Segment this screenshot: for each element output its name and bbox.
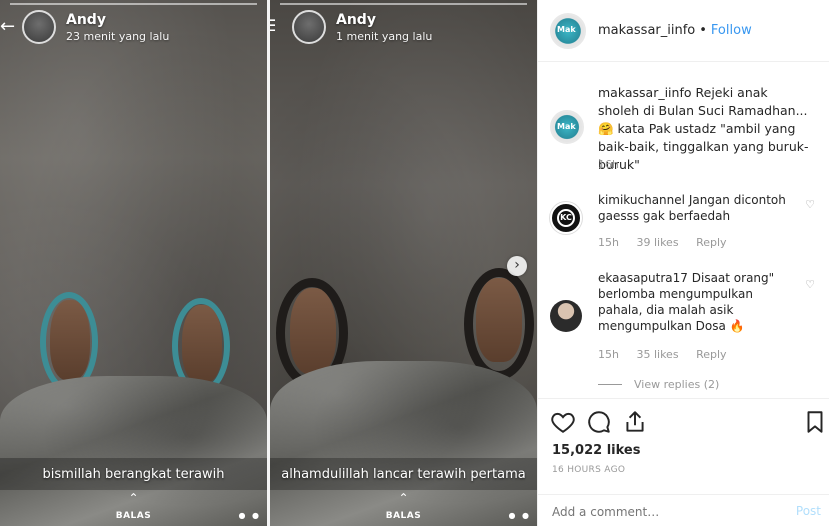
reply-label: BALAS <box>115 511 152 521</box>
page-dots: ● ● <box>508 511 531 520</box>
avatar[interactable]: Mak <box>550 12 586 49</box>
heart-icon[interactable]: ♡ <box>805 198 815 211</box>
action-bar: 15,022 likes 16 HOURS AGO <box>538 398 829 478</box>
menu-icon[interactable]: ☰ <box>270 16 276 35</box>
comment-username[interactable]: ekaasaputra17 <box>598 271 688 285</box>
foot <box>50 300 90 380</box>
story-username: Andy <box>336 11 376 28</box>
story-caption: alhamdulillah lancar terawih pertama <box>281 467 526 482</box>
avatar-logo-text: Mak <box>557 24 576 34</box>
view-replies-button[interactable]: View replies (2) <box>598 378 719 391</box>
foot <box>290 288 336 374</box>
comment-icon[interactable] <box>586 409 612 435</box>
comment-likes[interactable]: 39 likes <box>636 236 678 249</box>
chevron-up-icon: ⌃ <box>128 491 139 505</box>
story-username: Andy <box>66 11 106 28</box>
comment-username[interactable]: kimikuchannel <box>598 193 685 207</box>
reply-button[interactable]: Reply <box>696 236 726 249</box>
next-arrow-icon[interactable]: › <box>507 256 527 276</box>
follow-button[interactable]: Follow <box>711 23 752 38</box>
story-screenshot-1: ← Andy 23 menit yang lalu bismillah bera… <box>0 0 267 526</box>
header-separator: • <box>699 23 707 38</box>
foot <box>476 278 522 362</box>
post-button[interactable]: Post <box>796 504 821 518</box>
avatar[interactable] <box>550 300 582 332</box>
share-icon[interactable] <box>622 409 648 435</box>
caption-time: 16h <box>598 158 619 171</box>
avatar <box>22 10 56 44</box>
caption-username[interactable]: makassar_iinfo <box>598 85 692 100</box>
story-progress-bar <box>280 3 527 5</box>
reply-label: BALAS <box>385 511 422 521</box>
story-timestamp: 1 menit yang lalu <box>336 29 433 43</box>
post-timestamp: 16 HOURS AGO <box>552 465 626 475</box>
reply-button[interactable]: Reply <box>696 348 726 361</box>
story-screenshot-2: ☰ Andy 1 menit yang lalu alhamdulillah l… <box>270 0 537 526</box>
avatar[interactable]: KC <box>550 202 582 234</box>
story-header: Andy 23 menit yang lalu <box>22 10 169 44</box>
comment-meta: 15h 35 likes Reply <box>598 348 741 361</box>
avatar <box>292 10 326 44</box>
post-header: Mak makassar_iinfo • Follow <box>538 0 829 62</box>
caption-meta: 16h <box>598 158 633 171</box>
story-reply-button[interactable]: ⌃ BALAS <box>0 491 267 522</box>
story-header: Andy 1 menit yang lalu <box>292 10 432 44</box>
post-media[interactable]: ← Andy 23 menit yang lalu bismillah bera… <box>0 0 537 526</box>
story-timestamp: 23 menit yang lalu <box>66 29 170 43</box>
heart-icon[interactable]: ♡ <box>805 278 815 291</box>
bookmark-icon[interactable] <box>802 409 828 435</box>
story-progress-bar <box>10 3 257 5</box>
view-replies-label: View replies (2) <box>634 378 720 391</box>
comment-time: 15h <box>598 236 619 249</box>
chevron-up-icon: ⌃ <box>398 491 409 505</box>
avatar-logo-text: Mak <box>557 122 576 131</box>
add-comment-bar: Post <box>538 494 829 526</box>
likes-count[interactable]: 15,022 likes <box>552 443 640 458</box>
replies-line <box>598 384 622 385</box>
foot <box>182 305 222 383</box>
list-item: ekaasaputra17 Disaat orang" berlomba men… <box>550 268 819 368</box>
header-username[interactable]: makassar_iinfo <box>598 23 695 38</box>
back-arrow-icon[interactable]: ← <box>0 16 15 37</box>
comment-likes[interactable]: 35 likes <box>636 348 678 361</box>
story-reply-button[interactable]: ⌃ BALAS <box>270 491 537 522</box>
avatar[interactable]: Mak <box>550 110 584 144</box>
post-sidebar: Mak makassar_iinfo • Follow Mak makassar… <box>537 0 829 526</box>
comments-list[interactable]: Mak makassar_iinfo Rejeki anak sholeh di… <box>538 62 829 398</box>
story-caption: bismillah berangkat terawih <box>42 467 225 482</box>
comment-time: 15h <box>598 348 619 361</box>
heart-icon[interactable] <box>550 409 576 435</box>
comment-meta: 15h 39 likes Reply <box>598 236 741 249</box>
comment-input[interactable] <box>552 503 782 521</box>
post-caption: Mak makassar_iinfo Rejeki anak sholeh di… <box>550 76 819 176</box>
page-dots: ● ● <box>238 511 261 520</box>
list-item: KC kimikuchannel Jangan dicontoh gaesss … <box>550 188 819 258</box>
